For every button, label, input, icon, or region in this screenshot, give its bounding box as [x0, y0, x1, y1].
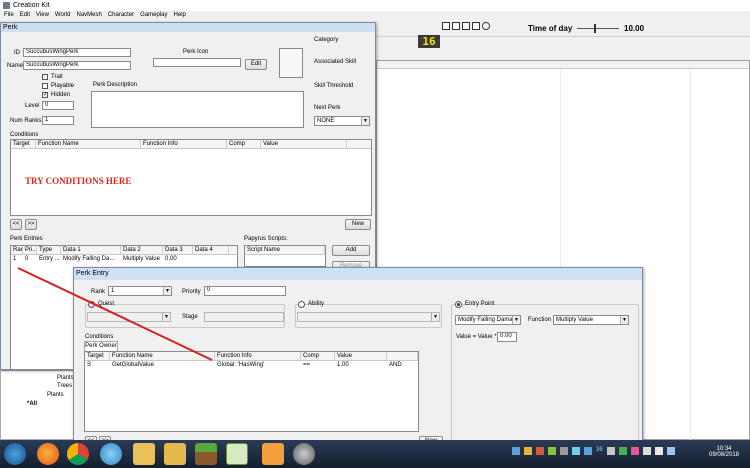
- tray-icon[interactable]: [606, 447, 615, 455]
- annotation-arrow: [17, 267, 213, 361]
- tray-icon[interactable]: [560, 447, 568, 455]
- tray-icon[interactable]: [642, 447, 651, 455]
- clock-date: 09/08/2018: [708, 452, 740, 458]
- system-tray: 36: [512, 447, 675, 455]
- clock[interactable]: 10:34 09/08/2018: [706, 446, 742, 458]
- tray-icon[interactable]: [666, 447, 675, 455]
- start-button[interactable]: [4, 443, 26, 465]
- folder-icon[interactable]: [133, 443, 155, 465]
- tray-number: 36: [596, 447, 603, 453]
- network-app-icon[interactable]: [100, 443, 122, 465]
- tray-icon[interactable]: [548, 447, 556, 455]
- firefox-icon[interactable]: [37, 443, 59, 465]
- minecraft-icon[interactable]: [195, 443, 217, 465]
- tray-icon[interactable]: [572, 447, 580, 455]
- creation-kit-icon[interactable]: [293, 443, 315, 465]
- tray-icon[interactable]: [618, 447, 627, 455]
- tray-icon[interactable]: [584, 447, 592, 455]
- tray-icon[interactable]: [654, 447, 663, 455]
- folder-icon[interactable]: [164, 443, 186, 465]
- notepad-icon[interactable]: [226, 443, 248, 465]
- chrome-icon[interactable]: [67, 443, 89, 465]
- tray-icon[interactable]: [536, 447, 544, 455]
- tray-icon[interactable]: [630, 447, 639, 455]
- taskbar: 36 10:34 09/08/2018: [0, 440, 750, 468]
- tray-icon[interactable]: [512, 447, 520, 455]
- puzzle-app-icon[interactable]: [262, 443, 284, 465]
- tray-icon[interactable]: [524, 447, 532, 455]
